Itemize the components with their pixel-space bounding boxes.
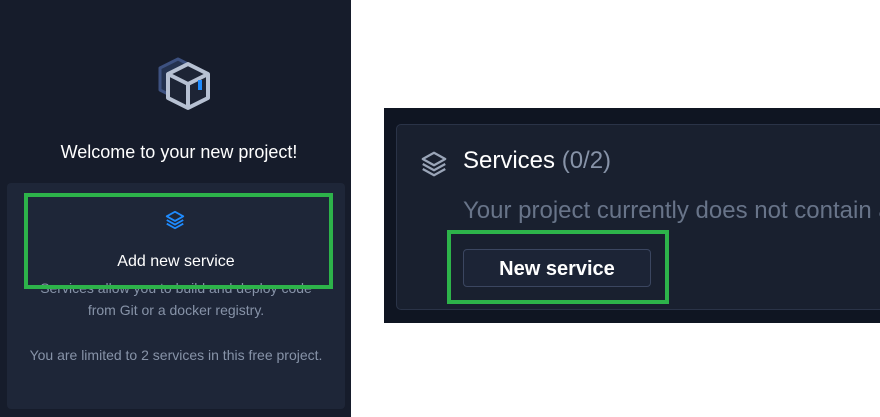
services-empty-message: Your project currently does not contain … — [463, 197, 880, 224]
layers-icon — [421, 151, 447, 177]
service-limit-note: You are limited to 2 services in this fr… — [29, 347, 323, 363]
right-panel: Services (0/2) Your project currently do… — [384, 108, 880, 323]
welcome-title: Welcome to your new project! — [60, 142, 298, 162]
welcome-card: Welcome to your new project! — [50, 30, 300, 170]
services-header: Services (0/2) — [463, 147, 611, 175]
add-service-description: Services allow you to build and deploy c… — [40, 280, 312, 318]
add-service-title[interactable]: Add new service — [7, 253, 345, 271]
layers-icon — [165, 210, 185, 230]
package-box-icon — [158, 57, 210, 110]
left-panel: Welcome to your new project! Add new ser… — [0, 0, 351, 417]
new-service-button[interactable]: New service — [463, 249, 651, 287]
services-count: (0/2) — [561, 147, 612, 174]
add-service-card[interactable]: Add new service Services allow you to bu… — [7, 183, 345, 409]
services-title: Services — [463, 147, 556, 174]
services-card: Services (0/2) Your project currently do… — [396, 124, 880, 310]
